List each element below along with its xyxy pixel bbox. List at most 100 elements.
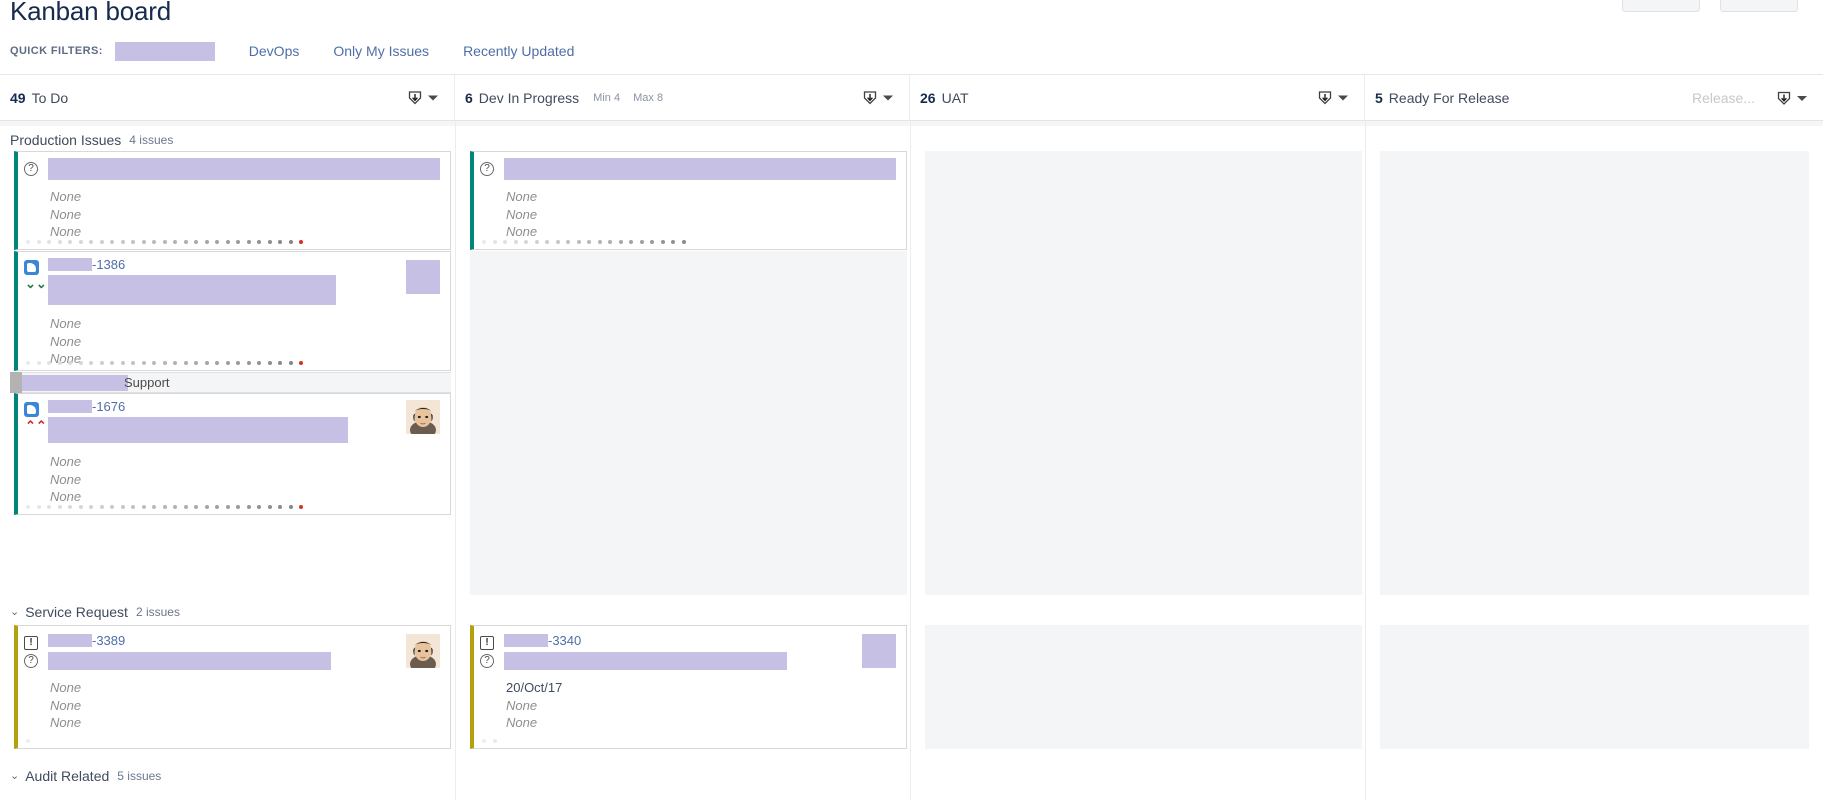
card-field: None bbox=[50, 489, 82, 504]
download-icon[interactable] bbox=[863, 91, 877, 106]
card-key[interactable]: -1386 bbox=[48, 256, 442, 273]
card-field: None bbox=[50, 715, 82, 730]
download-icon[interactable] bbox=[408, 91, 422, 106]
column-tools-uat bbox=[1318, 91, 1348, 106]
card-summary-redacted bbox=[504, 652, 787, 670]
issue-card[interactable]: ! ? -3340 20/Oct/17 None None bbox=[470, 625, 907, 749]
kanban-board: Production Issues 4 issues ? None None N… bbox=[0, 121, 1823, 800]
column-separator-3 bbox=[1365, 121, 1366, 800]
chevron-down-icon[interactable]: ⌄ bbox=[10, 605, 19, 618]
question-circle-icon: ? bbox=[24, 654, 38, 668]
issue-card[interactable]: ⌃⌃ -1676 None None None bbox=[14, 393, 451, 515]
top-button-2[interactable] bbox=[1720, 0, 1798, 12]
card-field: None bbox=[50, 333, 82, 349]
issue-card[interactable]: ? None None None bbox=[14, 151, 451, 250]
card-field: None bbox=[50, 189, 82, 204]
card-field: None bbox=[506, 189, 538, 204]
column-name-uat: UAT bbox=[941, 90, 969, 106]
alert-square-icon: ! bbox=[24, 636, 38, 650]
card-aging-dots bbox=[26, 505, 303, 509]
card-field: None bbox=[506, 206, 538, 222]
top-button-1[interactable] bbox=[1622, 0, 1700, 12]
card-key-redacted bbox=[504, 634, 548, 647]
column-name-ready-for-release: Ready For Release bbox=[1388, 90, 1510, 106]
card-field: None bbox=[506, 715, 538, 730]
lane-strip-rfr bbox=[1366, 121, 1823, 126]
card-fields: 20/Oct/17 None None bbox=[504, 679, 898, 732]
card-key[interactable]: -3340 bbox=[504, 632, 898, 649]
card-aging-dots bbox=[482, 240, 686, 244]
avatar-photo bbox=[406, 400, 440, 434]
card-key-suffix: -3340 bbox=[548, 633, 582, 648]
card-summary-redacted bbox=[48, 158, 440, 180]
card-summary-redacted bbox=[48, 417, 348, 443]
card-aging-dots bbox=[26, 240, 303, 244]
swimlane-drag-overlay-support[interactable]: Support bbox=[10, 372, 451, 393]
alert-square-icon: ! bbox=[480, 636, 494, 650]
issue-card[interactable]: ! ? -3389 None None None bbox=[14, 625, 451, 749]
drag-handle[interactable] bbox=[10, 372, 22, 393]
quick-filter-devops[interactable]: DevOps bbox=[249, 43, 300, 59]
column-menu-caret-uat[interactable] bbox=[1338, 95, 1348, 101]
card-summary-redacted bbox=[48, 275, 336, 305]
card-icon-column: ! ? bbox=[22, 632, 48, 668]
card-aging-dots bbox=[26, 739, 30, 743]
issue-card[interactable]: ? None None None bbox=[470, 151, 907, 250]
dropzone-uat-production-issues[interactable] bbox=[925, 151, 1362, 595]
card-key[interactable]: -1676 bbox=[48, 398, 442, 415]
card-avatar[interactable] bbox=[406, 400, 440, 434]
column-menu-caret-dev-in-progress[interactable] bbox=[883, 95, 893, 101]
quick-filter-redacted[interactable] bbox=[114, 41, 215, 61]
question-circle-icon: ? bbox=[480, 162, 494, 176]
download-icon[interactable] bbox=[1318, 91, 1332, 106]
swimlane-count-audit-related: 5 issues bbox=[117, 769, 162, 783]
card-key-redacted bbox=[48, 258, 92, 271]
priority-minor-icon: ⌄⌄ bbox=[25, 276, 47, 291]
swimlane-name-audit-related: Audit Related bbox=[25, 768, 110, 784]
swimlane-header-service-request[interactable]: ⌄ Service Request 2 issues bbox=[0, 599, 1823, 625]
issue-card[interactable]: ⌄⌄ -1386 None None None bbox=[14, 251, 451, 371]
card-aging-dot-overdue bbox=[299, 505, 303, 509]
quick-filter-recently-updated[interactable]: Recently Updated bbox=[463, 43, 574, 59]
card-field: None bbox=[506, 697, 538, 713]
column-count-dev-in-progress: 6 bbox=[465, 90, 473, 106]
lane-strip-uat bbox=[911, 121, 1365, 126]
column-separator-2 bbox=[910, 121, 911, 800]
card-field: None bbox=[50, 471, 82, 487]
card-aging-dot-overdue bbox=[299, 361, 303, 365]
card-fields: None None None bbox=[48, 679, 442, 732]
column-menu-caret-ready-for-release[interactable] bbox=[1797, 95, 1807, 101]
swimlane-count-production-issues: 4 issues bbox=[129, 133, 174, 147]
top-action-buttons bbox=[1622, 0, 1798, 12]
card-key-suffix: -3389 bbox=[92, 633, 126, 648]
column-constraints-dev-in-progress: Min 4 Max 8 bbox=[593, 92, 673, 104]
quick-filter-only-my-issues[interactable]: Only My Issues bbox=[333, 43, 429, 59]
task-icon bbox=[24, 402, 39, 417]
card-field: None bbox=[50, 697, 82, 713]
column-count-uat: 26 bbox=[920, 90, 936, 106]
support-label: Support bbox=[124, 375, 170, 390]
column-count-to-do: 49 bbox=[10, 90, 26, 106]
dropzone-dev-production-issues[interactable] bbox=[470, 251, 907, 595]
card-avatar[interactable] bbox=[406, 634, 440, 668]
card-key-suffix: -1676 bbox=[92, 399, 126, 414]
download-icon[interactable] bbox=[1777, 91, 1791, 106]
lane-strip-dev bbox=[456, 121, 910, 126]
column-header-ready-for-release: 5 Ready For Release Release... bbox=[1365, 75, 1823, 121]
swimlane-header-audit-related[interactable]: ⌄ Audit Related 5 issues bbox=[0, 763, 1823, 789]
column-menu-caret-to-do[interactable] bbox=[428, 95, 438, 101]
dropzone-ready-for-release-service-request[interactable] bbox=[1380, 625, 1809, 749]
swimlane-name-production-issues: Production Issues bbox=[10, 132, 122, 148]
card-field: 20/Oct/17 bbox=[506, 680, 563, 695]
chevron-down-icon[interactable]: ⌄ bbox=[10, 769, 19, 782]
card-key[interactable]: -3389 bbox=[48, 632, 442, 649]
dropzone-ready-for-release-production-issues[interactable] bbox=[1380, 151, 1809, 595]
column-max-dev-in-progress: Max 8 bbox=[633, 92, 664, 104]
task-icon bbox=[24, 260, 39, 275]
release-placeholder[interactable]: Release... bbox=[1692, 90, 1755, 106]
dropzone-uat-service-request[interactable] bbox=[925, 625, 1362, 749]
swimlane-header-production-issues[interactable]: Production Issues 4 issues bbox=[0, 127, 1823, 153]
avatar-photo bbox=[406, 634, 440, 668]
column-tools-ready-for-release: Release... bbox=[1692, 90, 1807, 106]
lane-strip-to-do bbox=[0, 121, 455, 126]
